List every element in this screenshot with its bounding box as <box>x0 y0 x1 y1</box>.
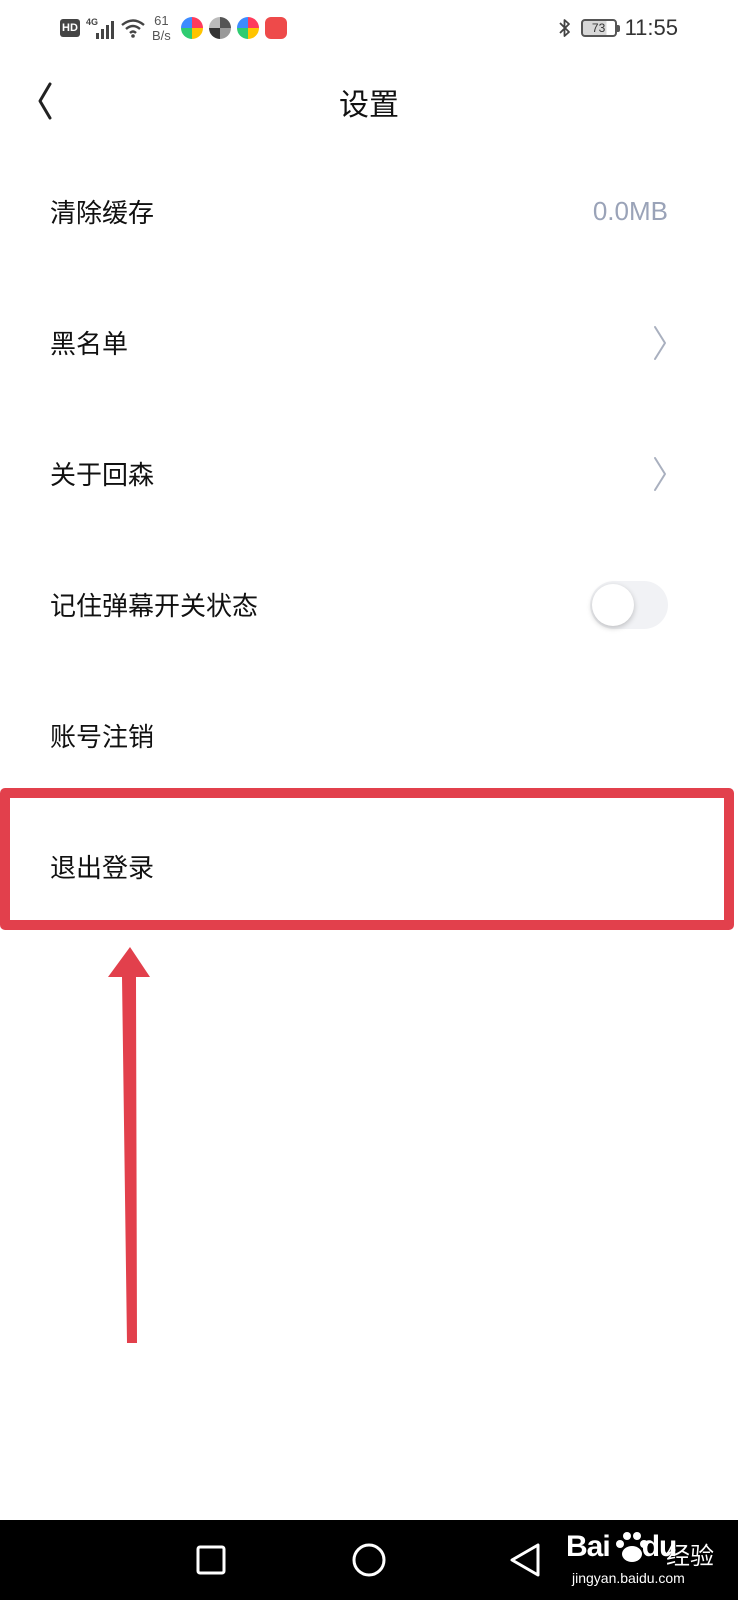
hd-badge: HD <box>60 19 80 37</box>
remember-danmaku-toggle[interactable] <box>590 580 668 629</box>
annotation-arrow-up-icon <box>108 947 150 1343</box>
setting-remember-danmaku: 记住弹幕开关状态 <box>0 539 738 670</box>
app-notification-icon <box>236 17 259 39</box>
baidu-jingyan-watermark: Bai du 经验 jingyan.baidu.com <box>566 1528 726 1592</box>
setting-account-cancel[interactable]: 账号注销 <box>0 670 738 801</box>
network-speed: 61 B/s <box>152 13 171 43</box>
watermark-url: jingyan.baidu.com <box>572 1570 685 1586</box>
cache-size-value: 0.0MB <box>592 196 668 226</box>
chevron-right-icon <box>654 456 666 491</box>
network-speed-value: 61 <box>154 13 169 28</box>
recent-apps-square-icon[interactable] <box>191 1540 231 1580</box>
app-notification-icon <box>180 17 203 39</box>
home-circle-icon[interactable] <box>349 1540 389 1580</box>
setting-clear-cache[interactable]: 清除缓存 0.0MB <box>0 146 738 277</box>
status-bar-left: HD 4G 61 B/s <box>60 12 287 44</box>
app-notification-icon <box>208 17 231 39</box>
setting-label: 清除缓存 <box>50 199 155 229</box>
status-bar: HD 4G 61 B/s 73 11:55 <box>0 0 738 56</box>
setting-blacklist[interactable]: 黑名单 <box>0 277 738 408</box>
watermark-text: 经验 <box>666 1542 714 1570</box>
battery-indicator: 73 <box>580 19 620 37</box>
setting-label: 账号注销 <box>50 723 155 753</box>
chevron-right-icon <box>654 325 666 360</box>
status-time: 11:55 <box>624 15 678 40</box>
notification-icons <box>180 17 287 39</box>
baidu-paw-icon <box>616 1532 648 1562</box>
huawei-app-icon <box>264 17 287 39</box>
setting-label: 记住弹幕开关状态 <box>50 592 259 622</box>
toggle-knob <box>592 583 634 626</box>
setting-label: 关于回森 <box>50 461 155 491</box>
cellular-signal-icon: 4G <box>86 17 114 39</box>
header: 设置 <box>0 56 738 146</box>
setting-label: 黑名单 <box>50 330 129 360</box>
setting-about[interactable]: 关于回森 <box>0 408 738 539</box>
annotation-highlight-box <box>0 788 734 930</box>
navigation-bar: Bai du 经验 jingyan.baidu.com <box>0 1520 738 1600</box>
status-bar-right: 73 11:55 <box>557 12 678 44</box>
page-title: 设置 <box>339 88 399 123</box>
back-triangle-icon[interactable] <box>506 1540 546 1580</box>
bluetooth-icon <box>558 19 570 37</box>
network-speed-unit: B/s <box>152 28 171 43</box>
wifi-icon <box>121 19 145 38</box>
